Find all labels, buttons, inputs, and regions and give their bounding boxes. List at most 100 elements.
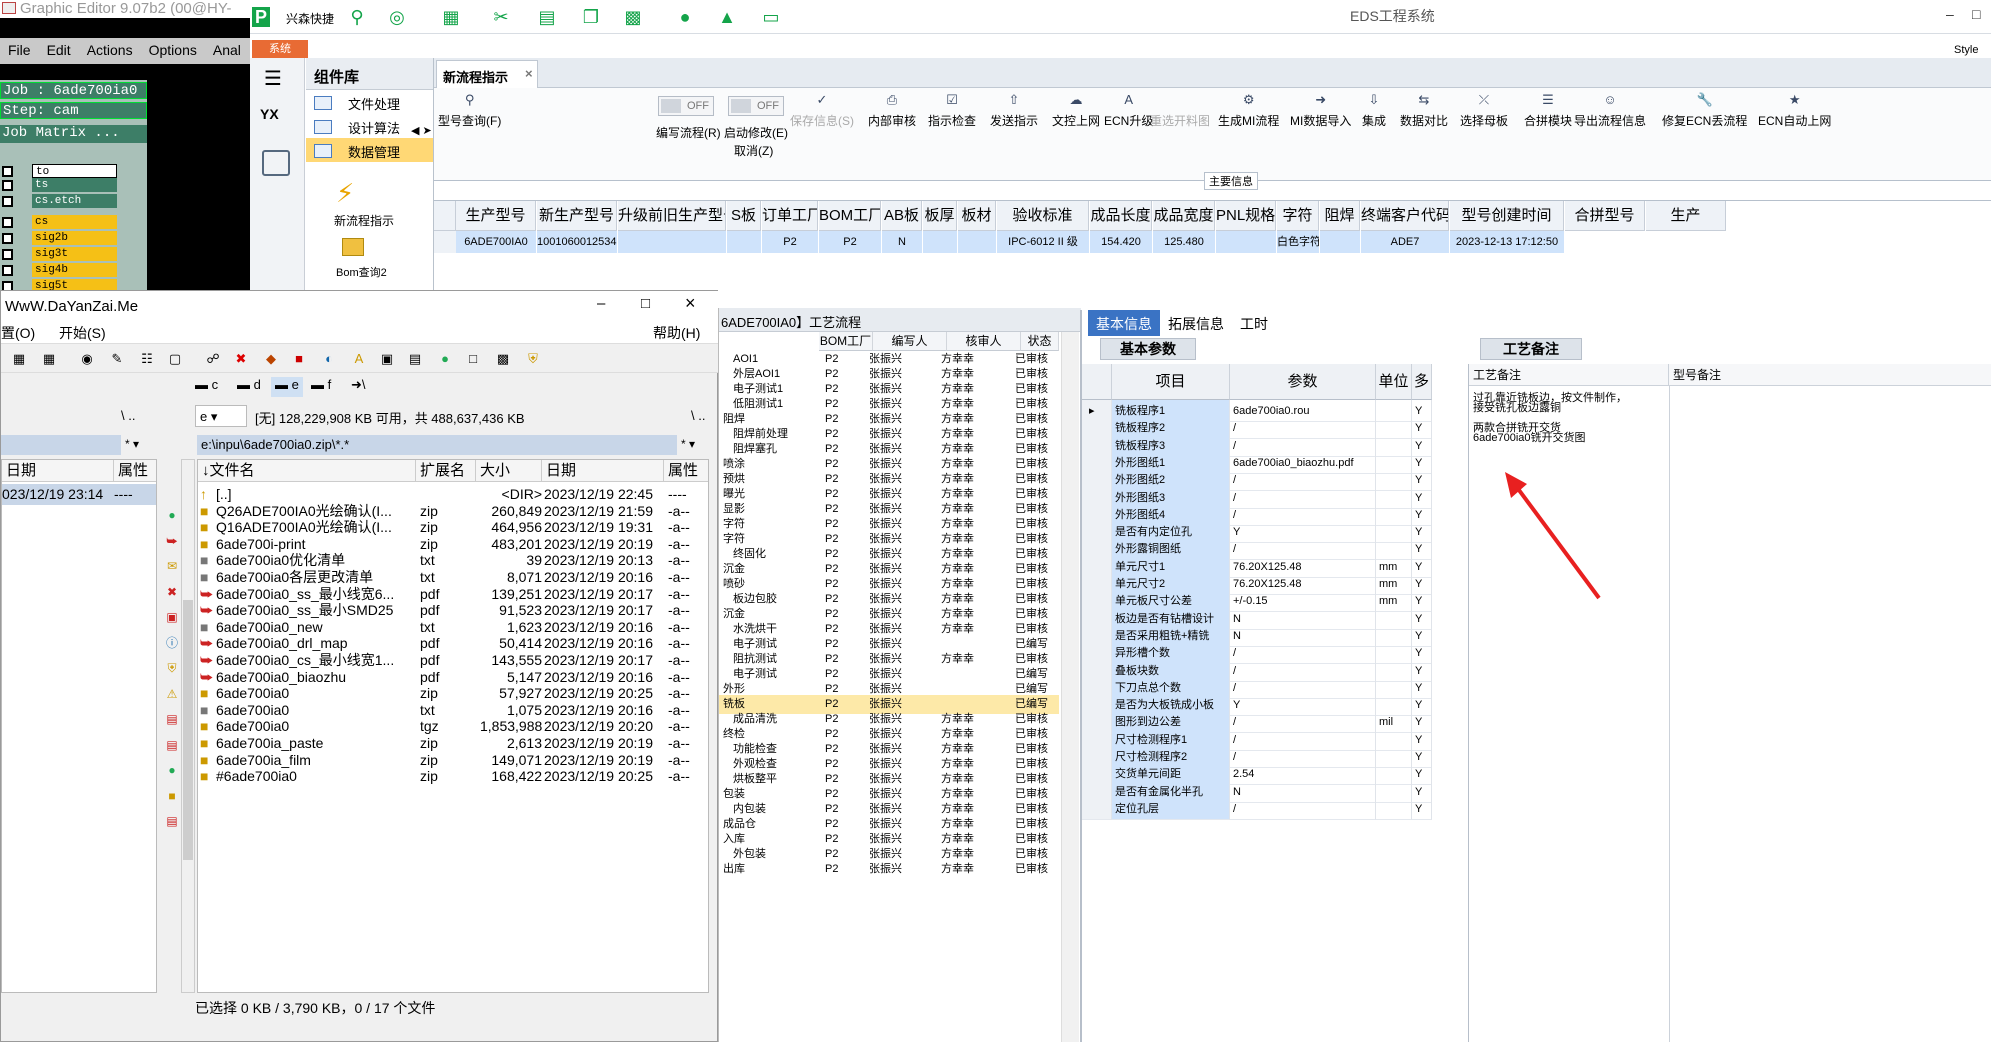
drive-c[interactable]: ▬ c (195, 377, 218, 397)
grid-cell[interactable] (1216, 231, 1276, 253)
publish-button[interactable]: ☁ 文控上网 (1052, 92, 1100, 129)
job-field[interactable]: Job : 6ade700ia0 (0, 82, 147, 99)
param-cell[interactable]: Y (1412, 797, 1432, 820)
grid-cell[interactable]: N (882, 231, 922, 253)
color-icon[interactable]: ◆ (263, 351, 279, 367)
layer-checkbox[interactable] (2, 217, 13, 228)
grid-col-header[interactable]: 阻焊 (1320, 201, 1360, 231)
close-icon[interactable]: × (685, 293, 696, 314)
repair-ecn-button[interactable]: 🔧 修复ECN丢流程 (1662, 92, 1747, 129)
maximize-icon[interactable]: □ (641, 295, 650, 312)
grid-col-header[interactable]: 成品长度 (1090, 201, 1152, 231)
grid-col-header[interactable]: 升级前旧生产型号 (618, 201, 726, 231)
component-item-file[interactable]: 文件处理 (306, 90, 433, 114)
delete-icon[interactable]: ✖ (233, 351, 249, 367)
grid-col-header[interactable]: PNL规格 (1216, 201, 1276, 231)
col-unit[interactable]: 单位 (1376, 364, 1412, 400)
user-icon[interactable]: ● (165, 507, 179, 523)
process-row[interactable]: 出库 P2 张振兴 方幸幸 已审核 (719, 860, 1059, 879)
new-flow-item[interactable]: 新流程指示 (334, 212, 394, 229)
process-col-status[interactable]: 状态 (1021, 332, 1059, 351)
font-icon[interactable]: A (351, 351, 367, 367)
document-icon[interactable]: ▤ (165, 711, 179, 727)
minimize-icon[interactable]: – (1946, 6, 1954, 22)
user-icon[interactable]: ● (674, 7, 696, 27)
url-icon[interactable]: ▦ (41, 351, 57, 367)
grid-col-header[interactable]: 新生产型号 (537, 201, 617, 231)
grid-cell[interactable] (923, 231, 957, 253)
internal-review-button[interactable]: ⎙ 内部审核 (868, 92, 916, 129)
layer-row[interactable]: cs.etch (2, 194, 144, 208)
col-multi[interactable]: 多 (1412, 364, 1432, 400)
export-flow-button[interactable]: ☺ 导出流程信息 (1574, 92, 1646, 129)
left-filter-select[interactable]: * ▾ (125, 437, 139, 451)
layer-row[interactable]: to (2, 164, 144, 178)
grid-cell[interactable] (1320, 231, 1360, 253)
binoculars-icon[interactable]: ◉ (79, 351, 95, 367)
ge-menu-options[interactable]: Options (141, 38, 205, 58)
scrollbar-thumb[interactable] (183, 600, 193, 860)
drive-network[interactable]: ➜\ (351, 377, 366, 397)
grid-col-header[interactable]: 生产型号 (456, 201, 536, 231)
ecn-auto-publish-button[interactable]: ★ ECN自动上网 (1758, 92, 1831, 129)
document-icon[interactable]: ▤ (165, 813, 179, 829)
layer-row[interactable]: cs (2, 215, 144, 229)
close-icon[interactable]: × (525, 66, 533, 81)
file-col-header[interactable]: 属性 (664, 460, 708, 482)
param-row[interactable]: 定位孔层 / Y (1082, 797, 1462, 820)
grid-cell[interactable]: P2 (762, 231, 818, 253)
merge-module-button[interactable]: ☰ 合拼模块 (1524, 92, 1572, 129)
grid-col-header[interactable]: 验收标准 (997, 201, 1089, 231)
vertical-scrollbar[interactable] (181, 459, 195, 993)
network-icon[interactable]: ☍ (205, 351, 221, 367)
left-col-date[interactable]: 日期 (2, 460, 114, 482)
tree-icon[interactable]: ☷ (139, 351, 155, 367)
pack-icon[interactable]: ▢ (167, 351, 183, 367)
layer-row[interactable]: ts (2, 178, 144, 192)
send-instruction-button[interactable]: ⇧ 发送指示 (990, 92, 1038, 129)
copy-icon[interactable]: ❐ (580, 7, 602, 27)
fm-menu-help[interactable]: 帮助(H) (653, 323, 700, 343)
scissors-icon[interactable]: ✂ (490, 7, 512, 27)
filter-select[interactable]: * ▾ (681, 437, 695, 451)
ge-menu-analysis[interactable]: Anal (205, 38, 249, 58)
info-icon[interactable]: ⓘ (165, 635, 179, 651)
rename-icon[interactable]: ✎ (109, 351, 125, 367)
reselect-cut-button[interactable]: 重选开料图 (1150, 92, 1210, 129)
tab-new-flow[interactable]: 新流程指示 × (436, 60, 538, 88)
data-compare-button[interactable]: ⇆ 数据对比 (1400, 92, 1448, 129)
start-modify-toggle[interactable]: OFF (728, 96, 784, 116)
instruction-check-button[interactable]: ☑ 指示检查 (928, 92, 976, 129)
maximize-icon[interactable]: □ (1972, 6, 1980, 22)
image-icon[interactable]: ▣ (165, 609, 179, 625)
user-icon[interactable]: ● (437, 351, 453, 367)
file-row[interactable]: ■ #6ade700ia0 zip 168,422 2023/12/19 20:25 -a… (198, 766, 708, 787)
chart-icon[interactable]: ▲ (716, 7, 738, 27)
grid-cell[interactable]: 125.480 (1153, 231, 1215, 253)
mi-import-button[interactable]: ➜ MI数据导入 (1290, 92, 1351, 129)
param-cell[interactable] (1376, 797, 1412, 820)
save-info-button[interactable]: ✓ 保存信息(S) (790, 92, 854, 129)
grid-cell[interactable]: ADE7 (1361, 231, 1449, 253)
memo-col-model[interactable]: 型号备注 (1669, 364, 1991, 386)
grid-col-header[interactable]: 板材 (958, 201, 996, 231)
layer-row[interactable]: sig2b (2, 231, 144, 245)
warning-icon[interactable]: ⚠ (165, 686, 179, 702)
layer-checkbox[interactable] (2, 166, 13, 177)
shield-icon[interactable]: ⛨ (525, 351, 541, 367)
shield-icon[interactable]: ⛨ (165, 660, 179, 676)
model-query-button[interactable]: ⚲ 型号查询(F) (438, 92, 501, 129)
ge-menu-file[interactable]: File (0, 38, 39, 58)
search-icon[interactable]: ⚲ (346, 7, 368, 27)
grid-col-header[interactable]: 订单工厂 (762, 201, 818, 231)
mail-icon[interactable]: ✉ (165, 558, 179, 574)
grid-col-header[interactable]: 型号创建时间 (1450, 201, 1564, 231)
grid-col-header[interactable]: BOM工厂 (819, 201, 881, 231)
calculator-icon[interactable] (262, 150, 290, 176)
document-icon[interactable]: ▤ (165, 737, 179, 753)
col-item[interactable]: 项目 (1112, 364, 1230, 400)
left-col-attr[interactable]: 属性 (114, 460, 156, 482)
drive-e[interactable]: ▬ e (271, 377, 303, 397)
grid-cell[interactable] (727, 231, 761, 253)
ftp-icon[interactable]: ▦ (11, 351, 27, 367)
